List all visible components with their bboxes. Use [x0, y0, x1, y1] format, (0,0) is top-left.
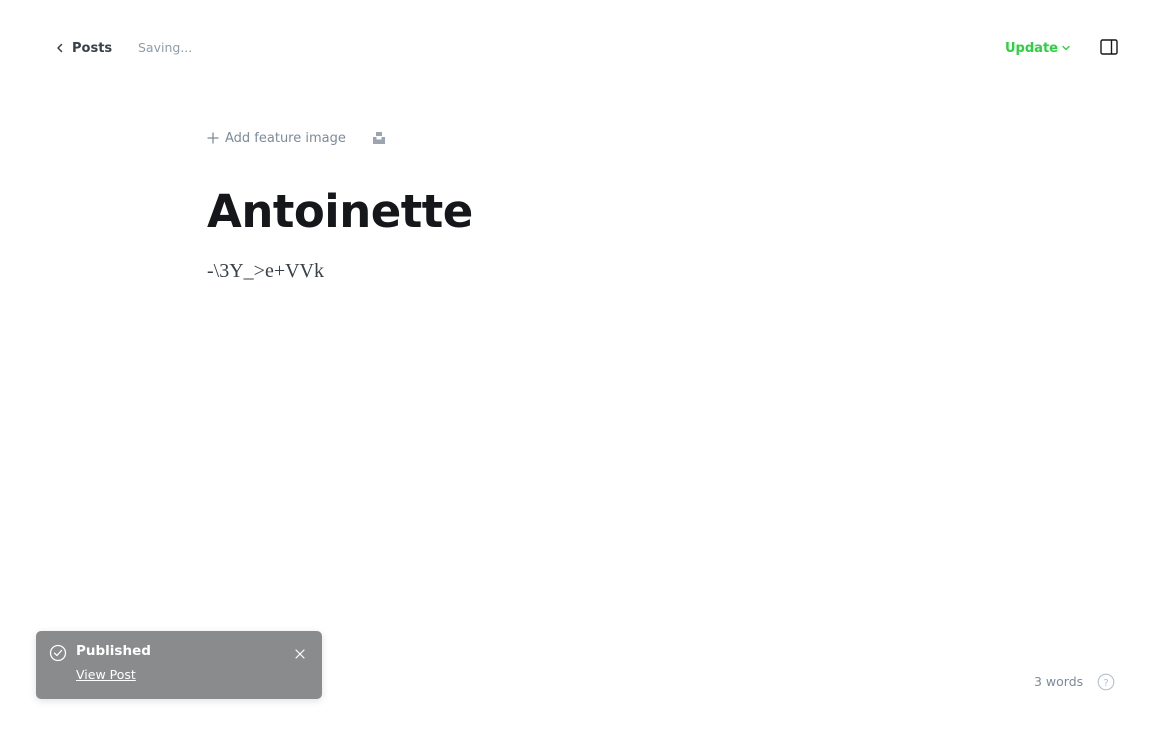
back-to-posts-link[interactable]: Posts	[54, 38, 112, 58]
update-button[interactable]: Update	[1005, 38, 1071, 58]
back-link-label: Posts	[72, 40, 113, 56]
check-circle-icon	[49, 644, 67, 662]
close-icon[interactable]	[293, 646, 307, 660]
plus-icon	[207, 132, 219, 144]
view-post-link[interactable]: View Post	[76, 667, 136, 682]
notification-title: Published	[76, 643, 151, 659]
published-notification: Published View Post	[36, 631, 322, 699]
unsplash-icon[interactable]	[372, 131, 386, 145]
svg-text:?: ?	[1103, 678, 1108, 689]
word-count: 3 words	[1034, 674, 1084, 689]
sidebar-toggle-icon[interactable]	[1100, 39, 1120, 57]
chevron-left-icon	[54, 42, 66, 54]
help-icon[interactable]: ?	[1097, 673, 1115, 691]
post-title[interactable]: Antoinette	[207, 184, 473, 240]
feature-image-row: Add feature image	[207, 128, 386, 148]
save-status: Saving...	[138, 40, 193, 55]
chevron-down-icon	[1061, 43, 1071, 53]
editor-header: Posts Saving... Update	[0, 0, 1156, 96]
add-feature-image-label: Add feature image	[225, 130, 346, 146]
post-body-editor[interactable]: -\3Y_>e+VVk	[207, 258, 324, 284]
update-button-label: Update	[1005, 40, 1058, 56]
add-feature-image-button[interactable]: Add feature image	[207, 131, 346, 146]
